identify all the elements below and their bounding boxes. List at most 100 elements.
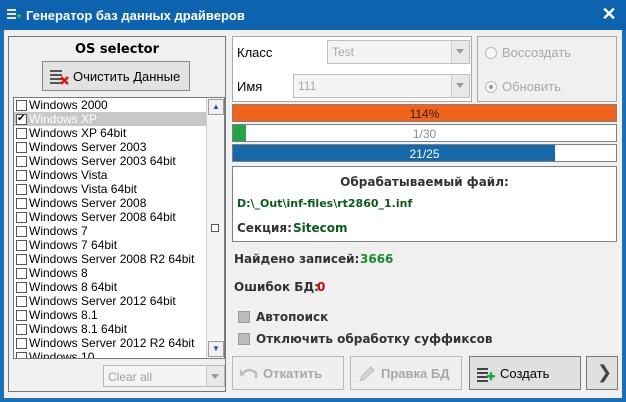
db-errors-label: Ошибок БД: [234,280,319,294]
os-list-item[interactable]: Windows 8 [14,266,208,280]
checkbox-icon[interactable] [16,170,27,181]
chevron-down-icon[interactable] [451,41,469,63]
chevron-down-icon[interactable] [451,75,469,97]
os-list-item[interactable]: Windows Vista [14,168,208,182]
os-item-label: Windows Vista [29,168,108,182]
autosearch-checkbox[interactable]: Автопоиск [234,310,328,324]
checkbox-icon[interactable] [16,100,27,111]
clear-all-combo[interactable]: Clear all [103,365,225,387]
class-value: Test [332,45,355,59]
checkbox-icon[interactable] [16,112,27,126]
checkbox-icon[interactable] [16,352,27,358]
checkbox-icon[interactable] [16,156,27,167]
checkbox-icon[interactable] [16,268,27,279]
clear-all-value: Clear all [108,370,153,384]
os-selector-title: OS selector [74,42,160,57]
os-list-scrollbar[interactable]: ▲ ▼ [206,98,224,358]
radio-circle-icon [485,47,497,59]
name-combo[interactable]: 111 [293,74,470,98]
os-item-label: Windows 8 64bit [29,280,118,294]
os-list-item[interactable]: Windows 8.1 64bit [14,322,208,336]
class-label: Класс [237,45,273,60]
overall-progress-bar: 114% [232,104,617,122]
os-item-label: Windows XP [29,112,98,126]
db-errors-value: 0 [317,280,326,294]
edit-db-button[interactable]: Правка БД [350,356,462,390]
os-item-label: Windows Server 2003 64bit [29,154,176,168]
os-item-label: Windows 8.1 64bit [29,322,128,336]
os-list-item[interactable]: Windows Server 2008 R2 64bit [14,252,208,266]
os-list-item[interactable]: Windows XP [14,112,208,126]
scroll-down-icon[interactable]: ▼ [208,341,224,357]
chevron-down-icon[interactable] [206,366,224,386]
os-item-label: Windows 7 [29,224,88,238]
checkbox-icon[interactable] [16,338,27,349]
checkbox-icon[interactable] [16,212,27,223]
disable-suffix-checkbox[interactable]: Отключить обработку суффиксов [234,332,492,346]
checkbox-icon[interactable] [16,184,27,195]
scroll-up-icon[interactable]: ▲ [208,99,224,115]
step-progress-text: 1/30 [412,127,437,141]
mode-radio-group: Воссоздать Обновить [477,36,617,102]
checkbox-icon[interactable] [16,226,27,237]
os-item-label: Windows 8 [29,266,88,280]
os-item-label: Windows XP 64bit [29,126,127,140]
os-list-item[interactable]: Windows 2000 [14,98,208,112]
checkbox-icon[interactable] [16,254,27,265]
checkbox-icon[interactable] [16,324,27,335]
section-label: Секция: [237,221,292,235]
edit-db-label: Правка БД [381,366,450,381]
found-records-label: Найдено записей: [234,252,360,266]
os-list-item[interactable]: Windows 7 [14,224,208,238]
os-item-label: Windows Server 2012 64bit [29,294,176,308]
checkbox-icon[interactable] [16,240,27,251]
rollback-button[interactable]: Откатить [232,356,344,390]
app-window: Генератор баз данных драйверов ✕ OS sele… [0,0,626,402]
os-list[interactable]: Windows 2000Windows XPWindows XP 64bitWi… [13,97,225,359]
checkbox-icon[interactable] [16,128,27,139]
step-progress-bar: 1/30 [232,124,617,142]
scroll-thumb[interactable] [211,224,219,232]
os-list-item[interactable]: Windows XP 64bit [14,126,208,140]
current-file-panel: Обрабатываемый файл: D:\_Out\inf-files\r… [232,166,617,242]
undo-icon [240,368,258,378]
clear-data-button[interactable]: Очистить Данные [42,61,190,91]
os-list-item[interactable]: Windows 10 [14,350,208,358]
files-progress-text: 21/25 [409,147,440,161]
close-icon[interactable]: ✕ [600,5,618,23]
os-list-item[interactable]: Windows 8.1 [14,308,208,322]
os-list-item[interactable]: Windows Server 2003 64bit [14,154,208,168]
name-value: 111 [298,79,317,93]
title-bar[interactable]: Генератор баз данных драйверов ✕ [0,0,626,30]
next-button[interactable]: ❯ [586,356,618,390]
os-list-item[interactable]: Windows Server 2012 64bit [14,294,208,308]
os-item-label: Windows Server 2012 R2 64bit [29,336,195,350]
found-records-value: 3666 [360,252,394,266]
recreate-label: Воссоздать [502,45,572,60]
name-label: Имя [237,79,263,94]
os-list-item[interactable]: Windows 7 64bit [14,238,208,252]
os-list-item[interactable]: Windows Server 2008 64bit [14,210,208,224]
checkbox-icon[interactable] [16,296,27,307]
os-list-item[interactable]: Windows Server 2012 R2 64bit [14,336,208,350]
recreate-radio[interactable]: Воссоздать [484,45,571,60]
checkbox-icon[interactable] [16,310,27,321]
update-radio[interactable]: Обновить [484,79,561,94]
os-list-item[interactable]: Windows 8 64bit [14,280,208,294]
os-list-item[interactable]: Windows Server 2003 [14,140,208,154]
checkbox-icon[interactable] [16,198,27,209]
class-name-group: Класс Test Имя 111 [232,36,472,102]
window-title: Генератор баз данных драйверов [26,8,245,23]
checkbox-icon[interactable] [16,142,27,153]
create-button[interactable]: Создать [469,356,581,390]
main-panel: OS selector Очистить Данные Windows 2000… [4,30,622,398]
os-item-label: Windows Vista 64bit [29,182,137,196]
pencil-icon [359,366,375,382]
checkbox-icon[interactable] [16,282,27,293]
os-list-item[interactable]: Windows Vista 64bit [14,182,208,196]
os-item-label: Windows 7 64bit [29,238,118,252]
os-list-item[interactable]: Windows Server 2008 [14,196,208,210]
class-combo[interactable]: Test [327,40,470,64]
clear-table-icon [50,70,69,85]
clear-data-label: Очистить Данные [73,69,181,84]
